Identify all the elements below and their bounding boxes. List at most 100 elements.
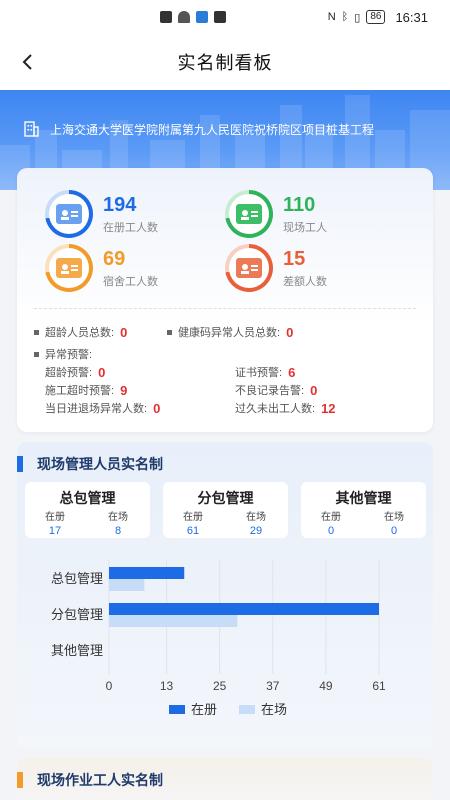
field-workers-card: 现场作业工人实名制 [17, 758, 433, 800]
bluetooth-icon: ᛒ [341, 11, 349, 23]
kv-value: 0 [310, 382, 318, 398]
over-age-total: 超龄人员总数: 0 [34, 324, 127, 340]
stat-label: 宿舍工人数 [103, 276, 158, 288]
onsite-count: 在场 29 [234, 508, 278, 537]
stat-ring [45, 190, 93, 238]
bar-chart-svg: 0 13 25 37 49 61 总包管理分包管理其他管理在册 在场 [51, 560, 386, 717]
registered-value: 0 [327, 525, 335, 537]
x-tick-label: 0 [106, 679, 113, 693]
y-category-label: 其他管理 [51, 643, 103, 658]
management-staff-card: 现场管理人员实名制 总包管理 在册 17 在场 8 分包管理 在册 61 在场 … [17, 442, 433, 748]
registered-count: 在册 17 [33, 508, 77, 537]
registered-label: 在册 [183, 512, 203, 523]
kv-label: 超龄人员总数: [45, 327, 115, 339]
legend-swatch [239, 705, 255, 714]
kv-label: 当日进退场异常人数: [45, 403, 148, 415]
abnormal-warning-heading: 异常预警: [34, 346, 92, 362]
legend-swatch [169, 705, 185, 714]
nav-bar: 实名制看板 [0, 34, 450, 90]
nfc-icon: N [327, 11, 336, 23]
status-system: N ᛒ ▯ 86 16:31 [328, 10, 428, 25]
onsite-value: 29 [249, 525, 263, 537]
kv-value: 0 [286, 324, 294, 340]
registered-label: 在册 [45, 512, 65, 523]
kv-label: 不良记录告警: [235, 385, 305, 397]
onsite-label: 在场 [384, 512, 404, 523]
registered-count: 在册 0 [309, 508, 353, 537]
y-category-label: 分包管理 [51, 607, 103, 622]
x-tick-label: 61 [372, 679, 386, 693]
summary-subcontract[interactable]: 分包管理 在册 61 在场 29 [163, 482, 288, 538]
stat-dormitory: 69 宿舍工人数 [45, 244, 158, 292]
management-bar-chart: 0 13 25 37 49 61 总包管理 分包管理 其他管理 在册 在场 [17, 552, 433, 742]
kv-label: 证书预警: [235, 367, 283, 379]
section-header: 现场作业工人实名制 [17, 770, 163, 790]
x-tick-label: 49 [319, 679, 333, 693]
stat-difference: 15 差额人数 [225, 244, 327, 292]
summary-other[interactable]: 其他管理 在册 0 在场 0 [301, 482, 426, 538]
x-tick-label: 25 [213, 679, 227, 693]
stat-registered: 194 在册工人数 [45, 190, 158, 238]
summary-title: 分包管理 [197, 490, 254, 506]
section-header: 现场管理人员实名制 [17, 454, 163, 474]
onsite-value: 8 [114, 525, 122, 537]
id-card-icon [56, 258, 82, 278]
kv-value: 0 [153, 400, 161, 416]
stat-label: 在册工人数 [103, 222, 158, 234]
stat-onsite: 110 现场工人 [225, 190, 327, 238]
x-tick-label: 37 [266, 679, 280, 693]
building-icon [24, 121, 39, 137]
warning-entry-exit-abnormal: 当日进退场异常人数: 0 [45, 400, 160, 416]
project-info: 上海交通大学医学院附属第九人民医院祝桥院区项目桩基工程 [22, 120, 374, 138]
registered-count: 在册 61 [171, 508, 215, 537]
wifi-icon [178, 11, 190, 23]
worker-stats-card: 194 在册工人数 110 现场工人 69 宿舍工人数 15 差额人数 超龄人员… [17, 168, 433, 432]
kv-label: 异常预警: [45, 349, 93, 361]
id-card-icon [236, 204, 262, 224]
bar-registered [109, 603, 379, 615]
warning-over-age: 超龄预警: 0 [45, 364, 105, 380]
alert-icon [160, 11, 172, 23]
page-title: 实名制看板 [177, 53, 273, 73]
bullet-icon [167, 329, 172, 335]
stat-ring [225, 244, 273, 292]
section-accent [17, 456, 23, 472]
summary-title: 总包管理 [59, 490, 116, 506]
status-bar: N ᛒ ▯ 86 16:31 [0, 0, 450, 34]
onsite-count: 在场 8 [96, 508, 140, 537]
onsite-label: 在场 [246, 512, 266, 523]
warning-construction-overtime: 施工超时预警: 9 [45, 382, 127, 398]
onsite-count: 在场 0 [372, 508, 416, 537]
chevron-left-icon [22, 54, 32, 70]
kv-label: 施工超时预警: [45, 385, 115, 397]
summary-title: 其他管理 [335, 490, 392, 506]
legend-label: 在场 [261, 702, 287, 717]
registered-value: 61 [186, 525, 200, 537]
section-title: 现场作业工人实名制 [37, 772, 163, 788]
bar-onsite [109, 615, 238, 627]
summary-general-contract[interactable]: 总包管理 在册 17 在场 8 [25, 482, 150, 538]
stat-ring [45, 244, 93, 292]
kv-value: 0 [120, 324, 128, 340]
battery-icon: 86 [366, 10, 386, 24]
stat-value: 194 [103, 194, 137, 216]
project-name: 上海交通大学医学院附属第九人民医院祝桥院区项目桩基工程 [50, 122, 375, 137]
back-button[interactable] [14, 48, 42, 76]
cloud-icon [196, 11, 208, 23]
section-accent [17, 772, 23, 788]
clock: 16:31 [395, 9, 428, 25]
id-card-icon [56, 204, 82, 224]
onsite-value: 0 [390, 525, 398, 537]
warning-long-absence: 过久未出工人数: 12 [235, 400, 336, 416]
kv-label: 超龄预警: [45, 367, 93, 379]
status-notifications [160, 11, 226, 23]
x-tick-label: 13 [160, 679, 174, 693]
bar-registered [109, 567, 185, 579]
stat-value: 15 [283, 248, 306, 270]
health-code-abnormal-total: 健康码异常人员总数: 0 [167, 324, 293, 340]
stat-label: 差额人数 [283, 276, 327, 288]
divider [34, 308, 416, 309]
warning-bad-record: 不良记录告警: 0 [235, 382, 317, 398]
stat-value: 110 [283, 194, 316, 216]
bullet-icon [34, 329, 39, 335]
